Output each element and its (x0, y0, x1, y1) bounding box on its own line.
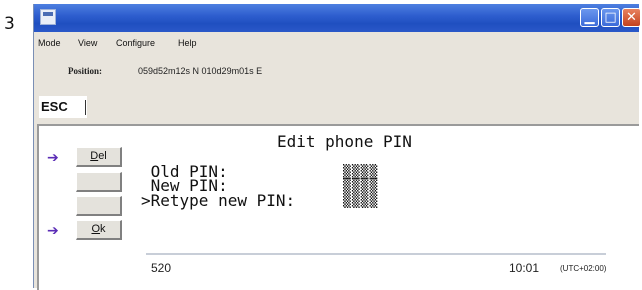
menu-mode[interactable]: Mode (38, 38, 61, 48)
position-value: 059d52m12s N 010d29m01s E (138, 66, 263, 76)
right-arrow-icon: ➔ (47, 223, 59, 239)
step-number: 3 (4, 14, 15, 34)
menu-view[interactable]: View (78, 38, 97, 48)
status-extension: 520 (151, 261, 172, 275)
ok-softkey[interactable]: Ok (76, 220, 122, 240)
menu-configure[interactable]: Configure (116, 38, 155, 48)
position-label: Position: (68, 66, 103, 76)
close-icon: ✕ (626, 10, 637, 25)
close-button[interactable]: ✕ (622, 8, 641, 27)
retype-pin-value[interactable]: ▒▒▒▒ (343, 195, 378, 209)
old-pin-value: ▒▒▒▒ (343, 165, 379, 180)
blank-softkey-2[interactable] (76, 196, 122, 216)
ok-softkey-label: k (100, 223, 106, 235)
new-pin-value: ▒▒▒▒ (343, 179, 379, 194)
app-icon[interactable] (40, 9, 56, 25)
minimize-button[interactable]: ▁ (580, 8, 599, 27)
del-softkey-mnemonic: D (90, 150, 99, 162)
del-softkey[interactable]: Del (76, 147, 122, 167)
status-time: 10:01 (509, 261, 540, 275)
status-timezone: (UTC+02:00) (560, 264, 607, 273)
minimize-icon: ▁ (584, 10, 595, 25)
screen-title: Edit phone PIN (277, 132, 412, 151)
retype-pin-label[interactable]: >Retype new PIN: (141, 193, 295, 209)
ok-softkey-mnemonic: O (91, 223, 101, 235)
del-softkey-label: el (98, 150, 107, 162)
right-arrow-icon: ➔ (47, 150, 59, 166)
title-bar[interactable]: ▁ □ ✕ (34, 4, 641, 32)
menu-bar: Mode View Configure Help (34, 34, 639, 54)
blank-softkey-1[interactable] (76, 172, 122, 192)
status-divider (146, 253, 606, 255)
menu-help[interactable]: Help (178, 38, 197, 48)
maximize-icon: □ (604, 10, 617, 25)
maximize-button[interactable]: □ (601, 8, 620, 27)
app-window: ▁ □ ✕ Mode View Configure Help Position:… (33, 4, 641, 290)
text-cursor (85, 100, 86, 115)
esc-label: ESC (41, 99, 68, 114)
